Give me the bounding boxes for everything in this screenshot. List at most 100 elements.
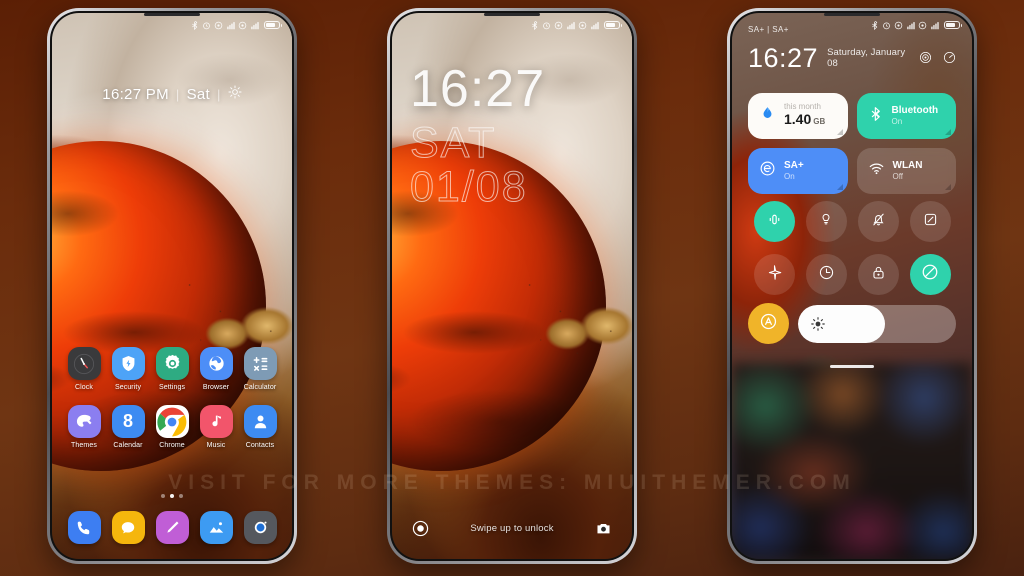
sa-plus-tile[interactable]: SA+ On xyxy=(748,148,848,194)
mobile-data-value: 1.40 xyxy=(784,111,812,128)
app-themes[interactable]: Themes xyxy=(62,405,106,449)
settings-ring-icon[interactable] xyxy=(919,51,932,69)
mobile-data-value-row: 1.40 GB xyxy=(784,111,825,130)
control-center-date: Saturday, January 08 xyxy=(827,47,906,69)
airplane-icon xyxy=(766,264,783,286)
phone-bezel: 16:27 PM | Sat | Clock Security Settings… xyxy=(50,11,294,561)
phone-home-screen: 16:27 PM | Sat | Clock Security Settings… xyxy=(47,8,297,564)
home-indicator[interactable] xyxy=(830,365,874,368)
app-browser[interactable]: Browser xyxy=(194,347,238,391)
page-dot-active[interactable] xyxy=(170,494,174,498)
mobile-data-tile[interactable]: this month 1.40 GB xyxy=(748,93,848,139)
status-bar-control xyxy=(732,13,972,37)
gallery-icon[interactable] xyxy=(199,511,233,544)
screen-lock: 16:27 SAT 01/08 Swipe up to unlock xyxy=(392,13,632,559)
screen-control-center: SA+ | SA+ 16:27 Saturday, January 08 thi… xyxy=(732,13,972,559)
app-contacts[interactable]: Contacts xyxy=(238,405,282,449)
app-settings[interactable]: Settings xyxy=(150,347,194,391)
pencil-icon[interactable] xyxy=(155,511,189,544)
app-label: Security xyxy=(114,384,142,391)
timer-toggle[interactable] xyxy=(805,254,847,295)
bluetooth-state: On xyxy=(891,117,903,127)
power-icon[interactable] xyxy=(943,51,956,69)
brightness-icon xyxy=(810,316,826,332)
calendar-icon: 8 xyxy=(111,405,145,438)
alarm-icon xyxy=(202,21,211,30)
chat-icon[interactable] xyxy=(111,511,145,544)
phone-bezel: 16:27 SAT 01/08 Swipe up to unlock xyxy=(390,11,634,561)
bluetooth-icon xyxy=(868,106,884,127)
brightness-slider[interactable] xyxy=(798,304,956,343)
sun-icon xyxy=(228,85,242,103)
flashlight-icon[interactable] xyxy=(412,520,429,537)
gear-icon xyxy=(155,347,189,380)
sa-plus-text: SA+ On xyxy=(784,160,804,181)
header-actions xyxy=(919,51,956,72)
phone-control-center: SA+ | SA+ 16:27 Saturday, January 08 thi… xyxy=(727,8,977,564)
mobile-data-unit: GB xyxy=(813,117,826,127)
page-indicator[interactable] xyxy=(52,494,292,498)
sa-plus-title: SA+ xyxy=(784,160,804,172)
auto-brightness-button[interactable] xyxy=(748,303,789,344)
mobile-data-period: this month xyxy=(784,101,821,111)
bluetooth-icon xyxy=(870,20,879,30)
app-clock[interactable]: Clock xyxy=(62,347,106,391)
app-label: Settings xyxy=(158,384,186,391)
camera-icon[interactable] xyxy=(595,520,612,537)
signal-bars-icon xyxy=(226,21,235,30)
app-label: Contacts xyxy=(245,442,275,449)
app-music[interactable]: Music xyxy=(194,405,238,449)
dark-mode-toggle[interactable] xyxy=(805,201,847,242)
flashlight-icon xyxy=(766,211,783,233)
bluetooth-tile[interactable]: Bluetooth On xyxy=(856,93,956,139)
bluetooth-text: Bluetooth On xyxy=(892,105,939,126)
signal-bars-icon-2 xyxy=(930,21,939,30)
quick-settings-tiles: this month 1.40 GB Bluetooth On SA+ On W… xyxy=(748,93,956,194)
sim2-status-icon xyxy=(578,21,587,30)
expand-corner-icon[interactable] xyxy=(945,184,951,190)
sim2-status-icon xyxy=(918,21,927,30)
camera-icon[interactable] xyxy=(243,511,277,544)
silent-toggle[interactable] xyxy=(857,201,899,242)
lock-toggle[interactable] xyxy=(857,254,899,295)
do-not-disturb-icon xyxy=(921,263,939,286)
palette-icon xyxy=(67,405,101,438)
screen-home: 16:27 PM | Sat | Clock Security Settings… xyxy=(52,13,292,559)
flashlight-toggle[interactable] xyxy=(753,201,795,242)
expand-corner-icon[interactable] xyxy=(836,129,843,135)
dnd-toggle[interactable] xyxy=(909,254,951,295)
expand-corner-icon[interactable] xyxy=(836,184,843,190)
battery-icon xyxy=(944,20,962,30)
wlan-tile[interactable]: WLAN Off xyxy=(856,148,956,194)
wifi-icon xyxy=(868,160,885,182)
auto-brightness-icon xyxy=(759,312,778,336)
home-clock-widget[interactable]: 16:27 PM | Sat | xyxy=(52,85,292,103)
airplane-toggle[interactable] xyxy=(753,254,795,295)
sim2-status-icon xyxy=(238,21,247,30)
screenshot-icon xyxy=(922,211,939,233)
phone-icon[interactable] xyxy=(67,511,101,544)
app-calculator[interactable]: Calculator xyxy=(238,347,282,391)
screenshot-toggle[interactable] xyxy=(909,201,951,242)
wlan-state: Off xyxy=(892,172,904,182)
wlan-text: WLAN Off xyxy=(893,160,923,181)
clock-icon xyxy=(818,264,835,286)
blurred-home-backdrop xyxy=(732,363,972,559)
signal-bars-icon-2 xyxy=(250,21,259,30)
wlan-title: WLAN xyxy=(892,160,923,172)
app-security[interactable]: Security xyxy=(106,347,150,391)
signal-bars-icon xyxy=(566,21,575,30)
mobile-data-text: this month 1.40 GB xyxy=(784,102,825,130)
expand-corner-icon[interactable] xyxy=(945,129,951,135)
app-chrome[interactable]: Chrome xyxy=(150,405,194,449)
brightness-row xyxy=(748,303,956,344)
lockscreen-day: SAT xyxy=(409,119,497,167)
app-calendar[interactable]: 8 Calendar xyxy=(106,405,150,449)
app-label: Themes xyxy=(71,442,97,449)
page-dot[interactable] xyxy=(179,494,183,498)
page-dot[interactable] xyxy=(161,494,165,498)
sim1-status-icon xyxy=(894,21,903,30)
phone-lock-screen: 16:27 SAT 01/08 Swipe up to unlock xyxy=(387,8,637,564)
bluetooth-title: Bluetooth xyxy=(891,105,939,117)
lockscreen-date: 01/08 xyxy=(410,163,528,211)
